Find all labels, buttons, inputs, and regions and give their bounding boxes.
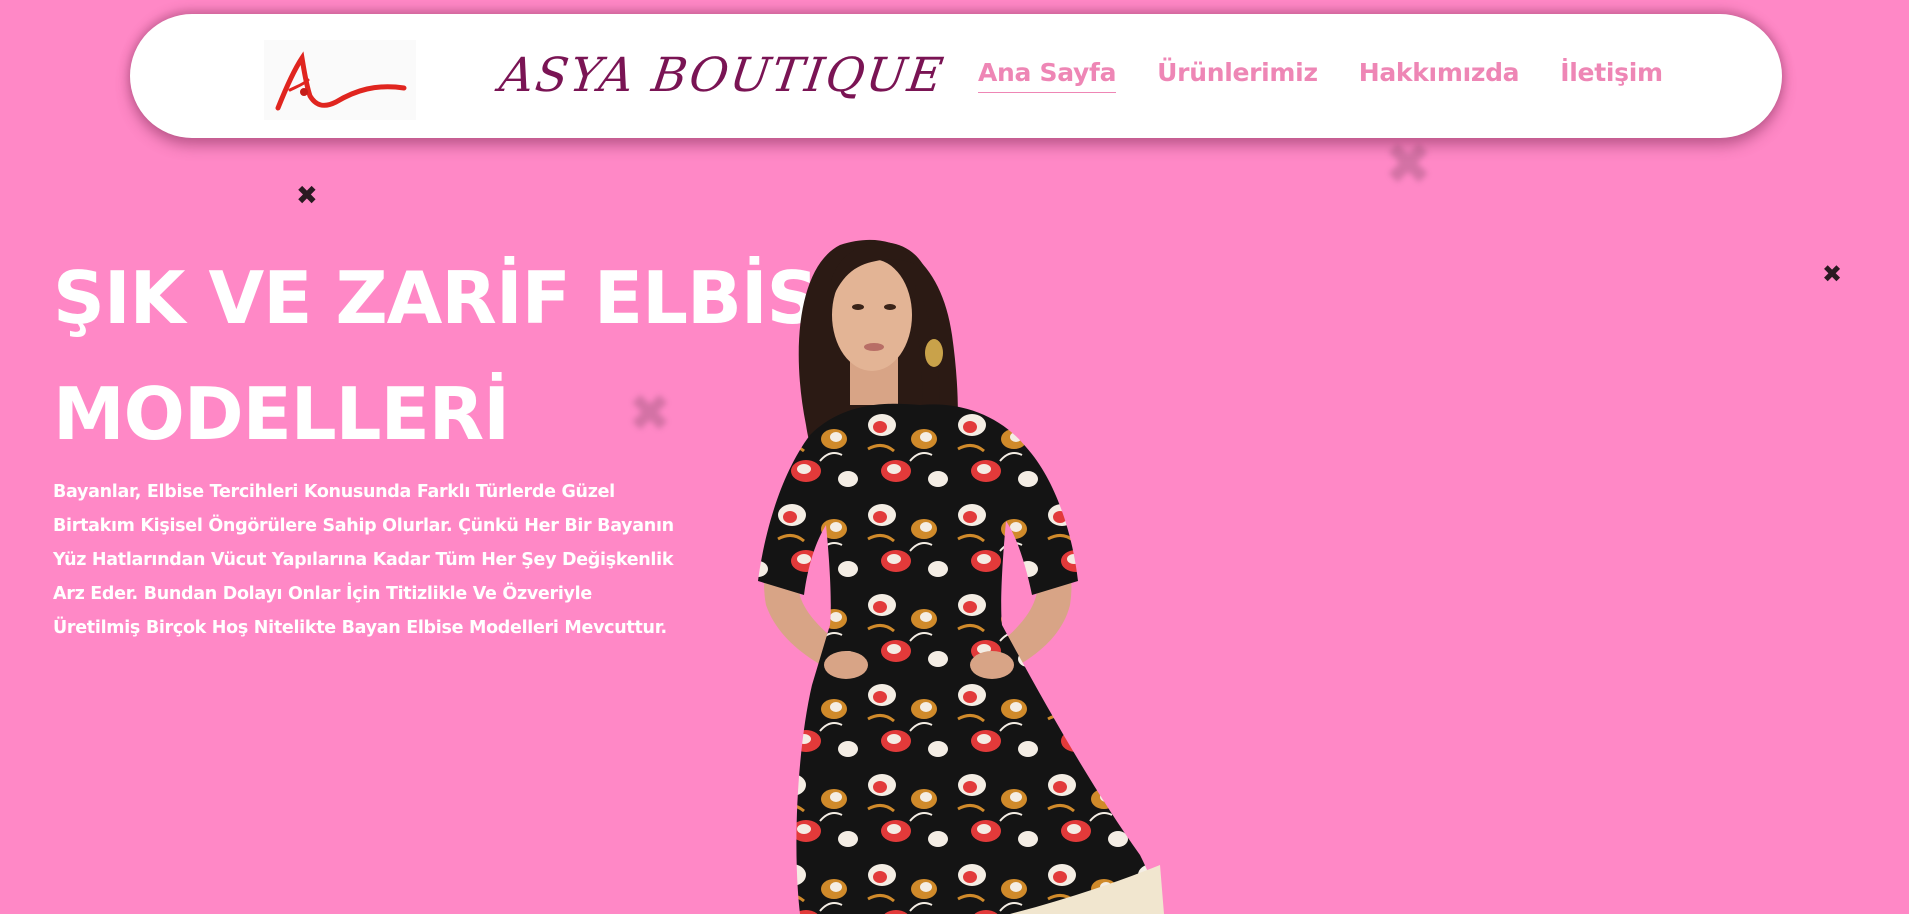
main-nav: Ana Sayfa Ürünlerimiz Hakkımızda İletişi…	[978, 58, 1704, 93]
sparkle-icon: ✖	[296, 181, 318, 211]
nav-item-iletisim[interactable]: İletişim	[1560, 58, 1663, 93]
sparkle-icon: ✖	[1822, 260, 1843, 288]
woman-in-floral-dress-photo-icon	[758, 239, 1164, 914]
page: ✖ ✖ ✖ ✖ ASYA BOUTIQUE Ana Sayfa Ürünleri…	[0, 0, 1909, 914]
nav-item-hakkimizda[interactable]: Hakkımızda	[1359, 58, 1520, 93]
asya-boutique-logo-icon	[275, 51, 407, 111]
nav-item-urunlerimiz[interactable]: Ürünlerimiz	[1157, 58, 1318, 93]
brand-title[interactable]: ASYA BOUTIQUE	[496, 48, 948, 103]
model-photo	[680, 225, 1240, 914]
sparkle-icon: ✖	[1384, 130, 1433, 198]
navbar: ASYA BOUTIQUE Ana Sayfa Ürünlerimiz Hakk…	[130, 14, 1782, 138]
logo-link[interactable]	[264, 40, 416, 120]
nav-item-ana-sayfa[interactable]: Ana Sayfa	[978, 58, 1116, 93]
hero-description: Bayanlar, Elbise Tercihleri Konusunda Fa…	[53, 482, 674, 638]
